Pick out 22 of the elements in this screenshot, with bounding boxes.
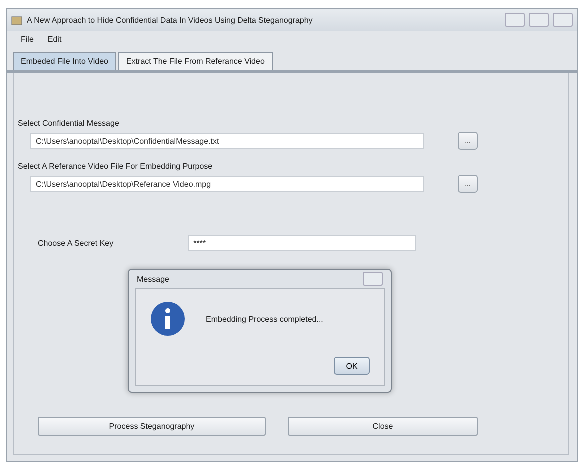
- field-label: Select A Referance Video File For Embedding Purpose: [18, 162, 214, 171]
- password-field[interactable]: ****: [188, 235, 416, 251]
- action-button[interactable]: Close: [288, 417, 478, 436]
- ok-button[interactable]: OK: [334, 357, 370, 375]
- close-button[interactable]: [363, 272, 383, 286]
- tab[interactable]: Extract The File From Referance Video: [118, 52, 273, 70]
- maximize-button[interactable]: [529, 13, 549, 27]
- dialog-title: Message: [137, 274, 170, 284]
- minimize-button[interactable]: [505, 13, 525, 27]
- field-label: Select Confidential Message: [18, 119, 120, 128]
- close-button[interactable]: [553, 13, 573, 27]
- info-icon: [150, 301, 186, 337]
- window-title: A New Approach to Hide Confidential Data In Videos Using Delta Steganography: [27, 16, 314, 24]
- app-icon: [11, 14, 23, 26]
- menu-item[interactable]: Edit: [48, 35, 62, 44]
- action-button[interactable]: Process Steganography: [38, 417, 266, 436]
- tab[interactable]: Embeded File Into Video: [13, 52, 116, 70]
- dialog-message: Embedding Process completed...: [206, 314, 324, 324]
- path-field[interactable]: C:\Users\anooptal\Desktop\ConfidentialMessage.txt: [30, 133, 424, 149]
- menu-item[interactable]: File: [21, 35, 34, 44]
- field-label: Choose A Secret Key: [38, 238, 114, 248]
- path-field[interactable]: C:\Users\anooptal\Desktop\Referance Video.mpg: [30, 176, 424, 192]
